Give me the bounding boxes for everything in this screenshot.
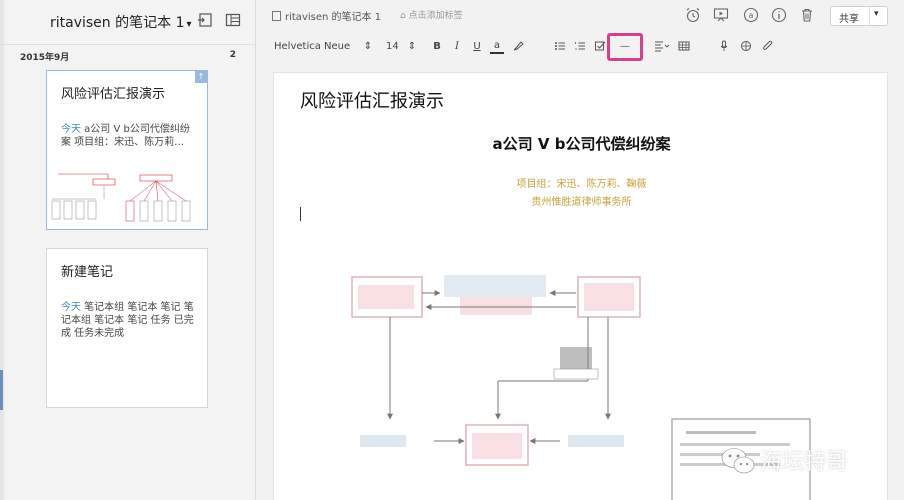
note-card-risk-report[interactable]: ↑ 风险评估汇报演示 今天 a公司 V b公司代偿纠纷案 项目组：宋迅、陈万莉… — [46, 70, 208, 230]
note-card-snippet: 今天 a公司 V b公司代偿纠纷案 项目组：宋迅、陈万莉… — [61, 123, 197, 149]
notebook-header: ritavisen 的笔记本 1 ▾ — [0, 0, 256, 42]
note-card-new-note[interactable]: 新建笔记 今天 笔记本组 笔记本 笔记 笔记本组 笔记本 笔记 任务 已完成 任… — [46, 248, 208, 408]
left-edge-strip — [0, 0, 4, 500]
diagram-doc-line — [686, 431, 756, 434]
note-card-snippet-text: a公司 V b公司代偿纠纷案 项目组：宋迅、陈万莉… — [61, 124, 190, 148]
watermark: 海坛特哥 — [720, 440, 900, 480]
font-size-select[interactable]: 14 — [386, 38, 399, 54]
note-editor[interactable]: 风险评估汇报演示 a公司 V b公司代偿纠纷案 项目组：宋迅、陈万莉、鞠薇 贵州… — [273, 72, 888, 500]
doc-team-line: 项目组：宋迅、陈万莉、鞠薇 — [516, 179, 647, 190]
add-tag-placeholder: 点击添加标签 — [408, 11, 463, 21]
font-size-value: 14 — [386, 40, 399, 52]
presentation-icon[interactable] — [712, 6, 730, 24]
share-button[interactable]: 共享 ▾ — [830, 6, 888, 26]
font-family-stepper-icon[interactable]: ⇕ — [362, 38, 374, 54]
diagram-blur — [460, 297, 532, 315]
font-size-stepper-icon[interactable]: ⇕ — [406, 38, 418, 54]
bulleted-list-icon[interactable] — [552, 38, 568, 54]
diagram-blur — [444, 275, 546, 297]
note-list-sidebar: ritavisen 的笔记本 1 ▾ 2015年9月 2 ↑ 风险评估汇报演示 今… — [0, 0, 256, 500]
left-edge-marker — [0, 370, 3, 410]
breadcrumb-notebook: ritavisen 的笔记本 1 — [285, 12, 382, 23]
view-toggle-icon[interactable] — [224, 11, 242, 29]
notebook-title-dropdown[interactable]: ritavisen 的笔记本 1 ▾ — [50, 12, 192, 32]
share-label: 共享 — [839, 14, 859, 25]
font-family-select[interactable]: Helvetica Neue — [274, 38, 350, 54]
note-card-title: 新建笔记 — [61, 265, 114, 280]
diagram-label-box — [553, 368, 599, 380]
note-card-thumbnail — [51, 173, 191, 222]
diagram-blur — [472, 433, 522, 459]
bold-button[interactable]: B — [430, 38, 444, 54]
underline-button[interactable]: U — [470, 38, 484, 54]
breadcrumb[interactable]: ritavisen 的笔记本 1 — [272, 8, 381, 23]
format-toolbar: Helvetica Neue ⇕ 14 ⇕ B I U a — — [256, 30, 904, 66]
note-card-date: 今天 — [61, 124, 81, 135]
note-title[interactable]: 风险评估汇报演示 — [300, 87, 444, 113]
horizontal-rule-highlight — [607, 33, 643, 61]
table-icon[interactable] — [676, 38, 692, 54]
share-divider — [869, 7, 870, 25]
diagram-blur — [360, 435, 406, 447]
note-info-icon[interactable] — [770, 6, 788, 24]
note-card-title: 风险评估汇报演示 — [61, 87, 166, 102]
pin-corner-icon: ↑ — [195, 71, 207, 83]
encrypt-icon[interactable] — [738, 38, 754, 54]
notebook-icon — [272, 11, 281, 21]
diagram-blur — [568, 435, 624, 447]
audio-record-icon[interactable] — [716, 38, 732, 54]
month-group-header: 2015年9月 2 — [0, 44, 256, 66]
highlighter-icon[interactable] — [510, 38, 526, 54]
work-chat-icon[interactable]: a — [742, 6, 760, 24]
diagram-blur — [358, 285, 414, 309]
notebook-title: ritavisen 的笔记本 1 — [50, 15, 185, 31]
note-toolbar: ritavisen 的笔记本 1 ⌂ 点击添加标签 a 共享 ▾ — [256, 0, 904, 30]
watermark-text: 海坛特哥 — [760, 450, 849, 475]
doc-firm-line: 贵州惟胜道律师事务所 — [531, 197, 632, 208]
font-color-button[interactable]: a — [490, 38, 504, 54]
chevron-down-icon: ▾ — [186, 19, 192, 30]
diagram-blur — [584, 283, 634, 311]
text-caret — [300, 207, 301, 221]
reminder-alarm-icon[interactable] — [684, 6, 702, 24]
wechat-logo-icon — [721, 448, 755, 474]
note-card-date: 今天 — [61, 302, 81, 313]
note-card-snippet: 今天 笔记本组 笔记本 笔记 笔记本组 笔记本 笔记 任务 已完成 任务未完成 — [61, 301, 197, 340]
attachment-icon[interactable] — [760, 38, 776, 54]
font-family-value: Helvetica Neue — [274, 40, 351, 52]
diagram-blur — [560, 347, 592, 369]
doc-heading: a公司 V b公司代偿纠纷案 — [492, 135, 671, 153]
checkbox-icon[interactable] — [592, 38, 608, 54]
numbered-list-icon[interactable] — [572, 38, 588, 54]
month-label: 2015年9月 — [20, 53, 70, 63]
add-tag-field[interactable]: ⌂ 点击添加标签 — [400, 8, 463, 21]
new-note-icon[interactable] — [196, 11, 214, 29]
italic-button[interactable]: I — [450, 38, 464, 54]
chevron-down-icon[interactable]: ▾ — [874, 9, 879, 19]
month-count: 2 — [229, 50, 236, 60]
trash-icon[interactable] — [798, 6, 816, 24]
note-card-snippet-text: 笔记本组 笔记本 笔记 笔记本组 笔记本 笔记 任务 已完成 任务未完成 — [61, 302, 194, 339]
alignment-icon[interactable] — [652, 38, 672, 54]
tag-icon: ⌂ — [400, 11, 406, 21]
svg-text:a: a — [749, 11, 754, 20]
